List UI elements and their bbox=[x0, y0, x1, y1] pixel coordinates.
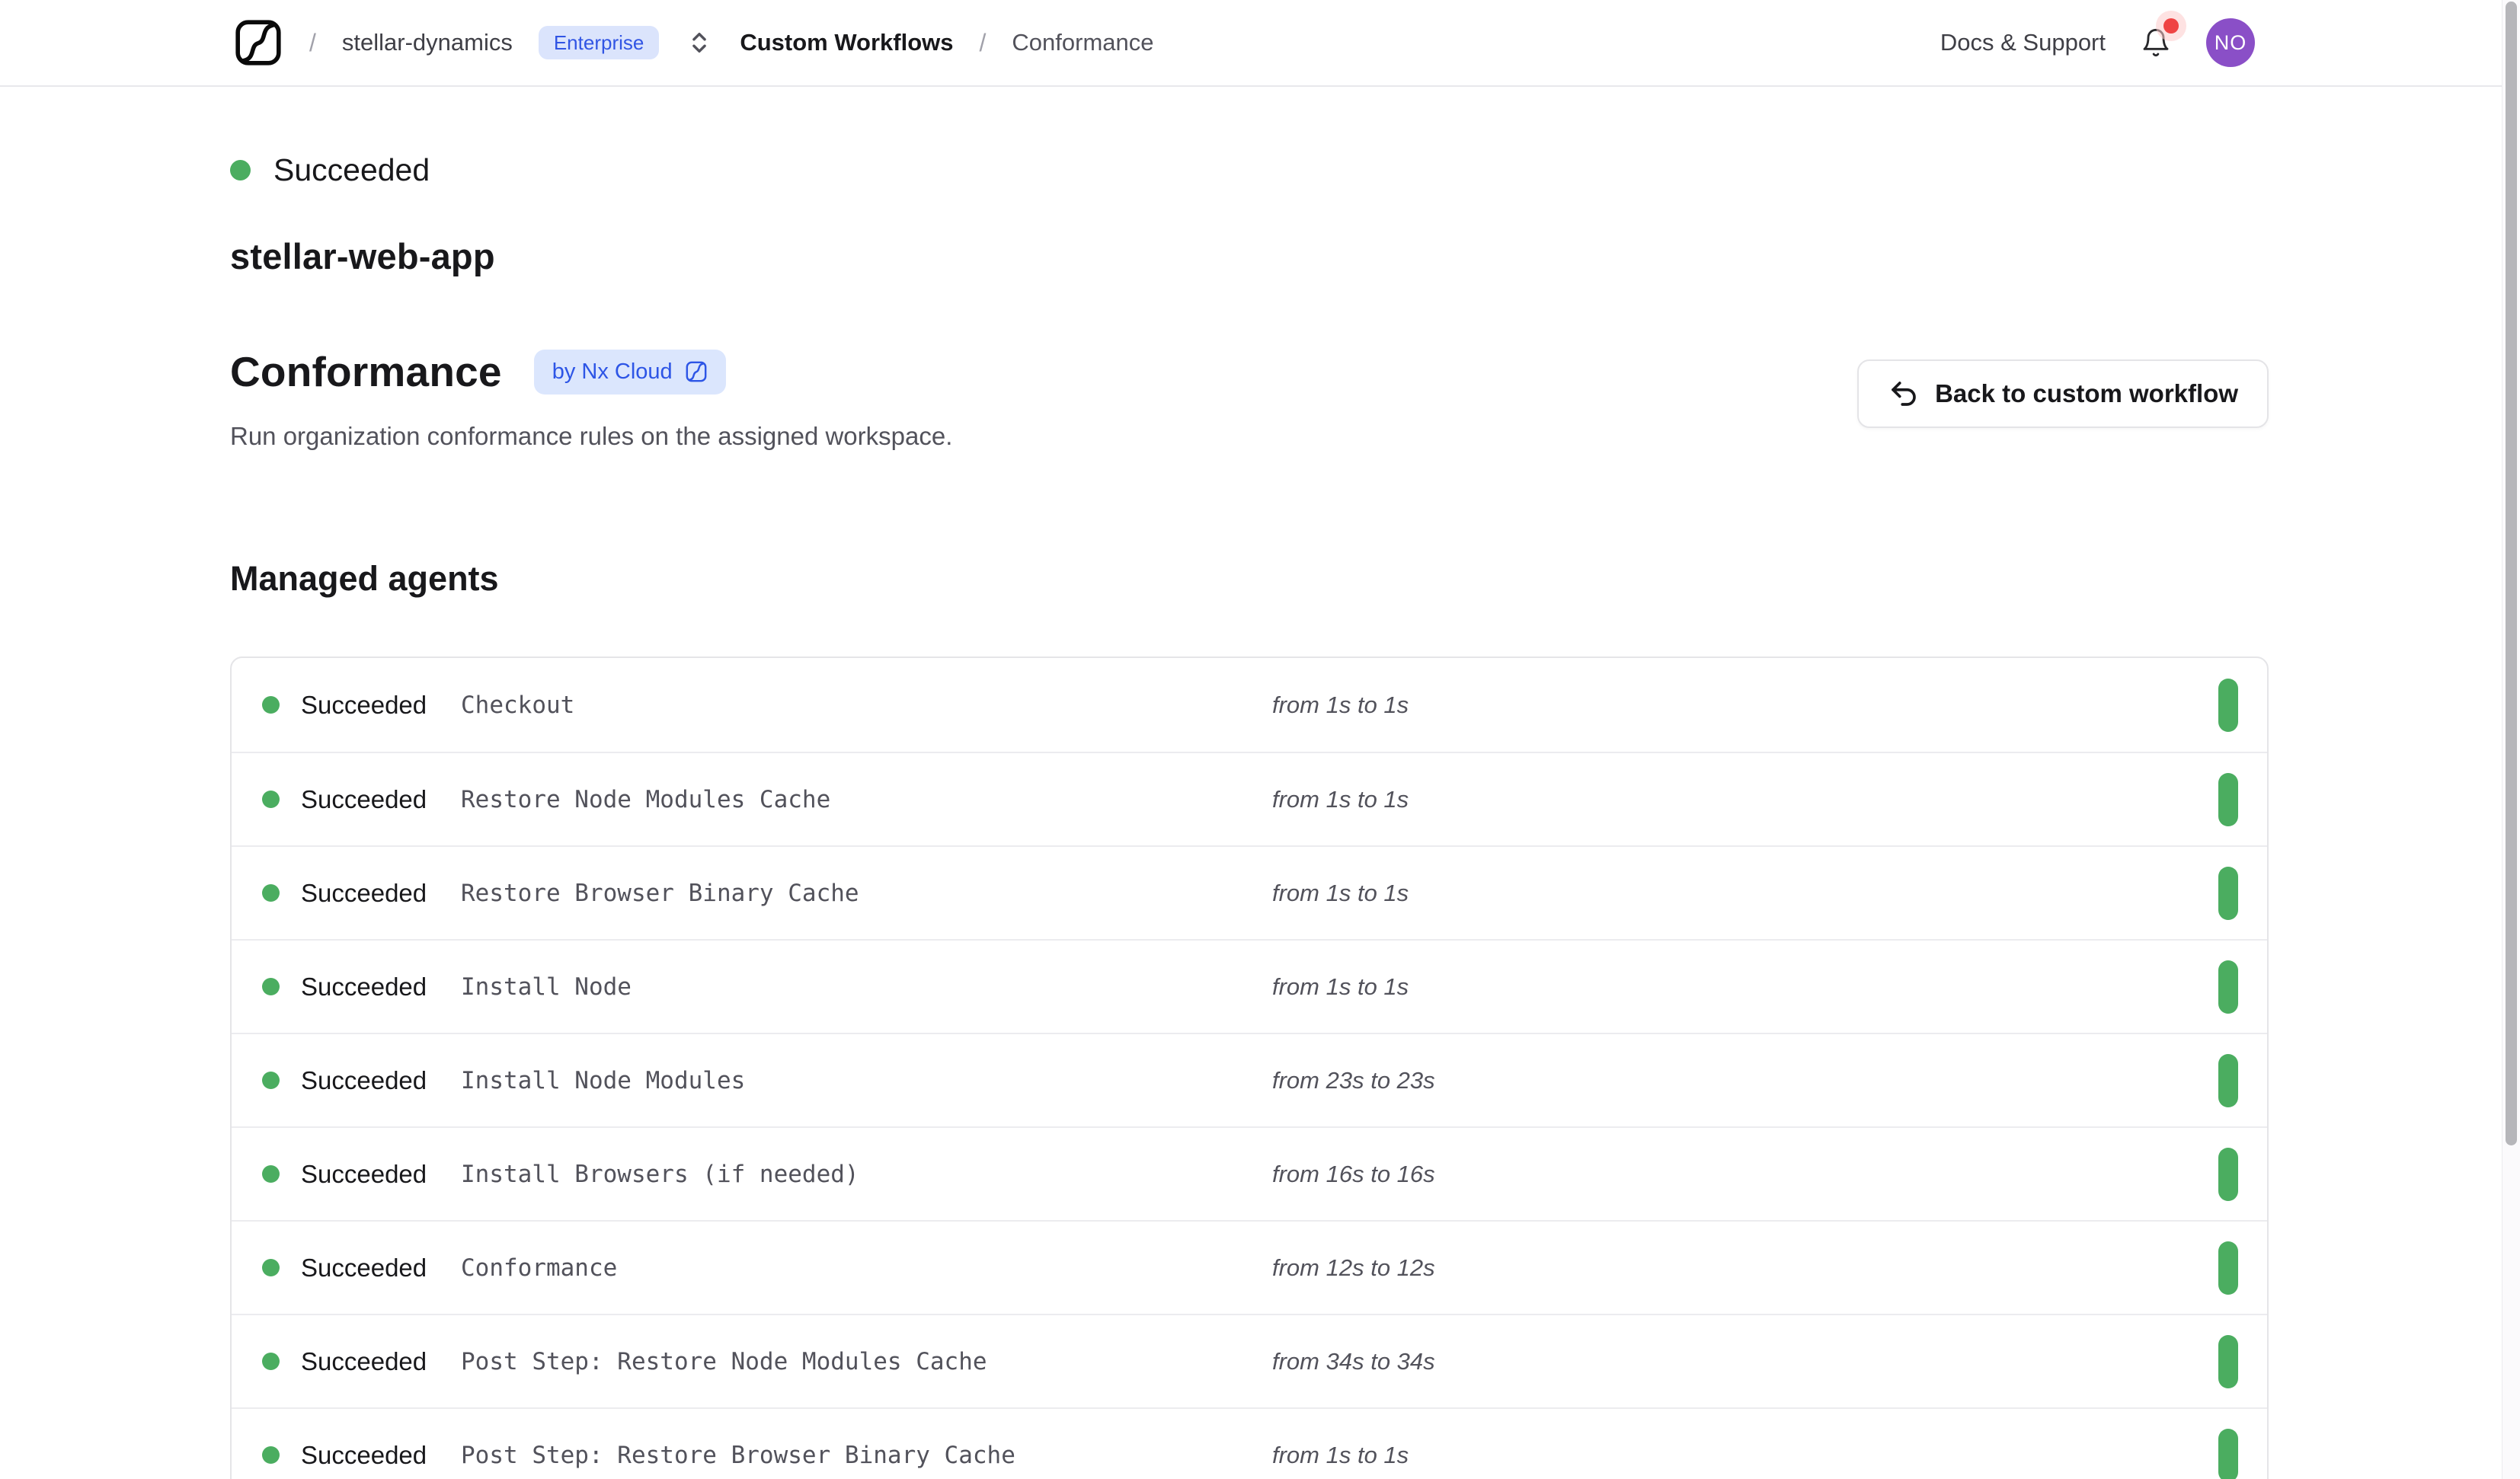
step-name: Install Node bbox=[461, 973, 632, 1001]
provider-badge-label: by Nx Cloud bbox=[552, 359, 673, 385]
managed-agent-step-row[interactable]: Succeeded Restore Node Modules Cache fro… bbox=[232, 752, 2267, 845]
avatar[interactable]: NO bbox=[2206, 18, 2255, 67]
workflow-description: Run organization conformance rules on th… bbox=[230, 422, 952, 451]
step-status-label: Succeeded bbox=[301, 691, 461, 720]
nx-cloud-logo-icon[interactable] bbox=[233, 18, 283, 68]
status-dot bbox=[262, 1259, 280, 1276]
page-scrollbar[interactable] bbox=[2502, 0, 2520, 1479]
step-name: Restore Node Modules Cache bbox=[461, 786, 830, 813]
step-duration: from 23s to 23s bbox=[1272, 1067, 1435, 1094]
duration-bar bbox=[2218, 1054, 2238, 1107]
managed-agents-title: Managed agents bbox=[230, 559, 2269, 599]
breadcrumb-section[interactable]: Custom Workflows bbox=[740, 29, 953, 56]
duration-bar bbox=[2218, 1148, 2238, 1201]
undo-icon bbox=[1888, 378, 1920, 410]
step-status-label: Succeeded bbox=[301, 1441, 461, 1470]
status-dot bbox=[262, 978, 280, 995]
step-status-label: Succeeded bbox=[301, 1347, 461, 1376]
step-status-label: Succeeded bbox=[301, 973, 461, 1001]
managed-agent-step-row[interactable]: Succeeded Install Node from 1s to 1s bbox=[232, 939, 2267, 1033]
step-name: Checkout bbox=[461, 692, 574, 719]
managed-agents-list: Succeeded Checkout from 1s to 1s Succeed… bbox=[230, 656, 2269, 1479]
status-dot bbox=[262, 1165, 280, 1183]
step-duration: from 1s to 1s bbox=[1272, 973, 1409, 1001]
step-status-label: Succeeded bbox=[301, 785, 461, 814]
nx-cloud-badge-icon bbox=[685, 360, 708, 383]
managed-agent-step-row[interactable]: Succeeded Restore Browser Binary Cache f… bbox=[232, 845, 2267, 939]
step-name: Conformance bbox=[461, 1254, 617, 1282]
step-name: Install Node Modules bbox=[461, 1067, 745, 1094]
breadcrumb-page: Conformance bbox=[1012, 29, 1153, 56]
step-duration: from 12s to 12s bbox=[1272, 1254, 1435, 1282]
workflow-title: Conformance bbox=[230, 347, 502, 396]
nx-cloud-provider-badge[interactable]: by Nx Cloud bbox=[534, 350, 726, 395]
chevrons-up-down-icon[interactable] bbox=[686, 30, 712, 56]
step-duration: from 1s to 1s bbox=[1272, 1442, 1409, 1469]
step-status-label: Succeeded bbox=[301, 879, 461, 908]
status-dot bbox=[262, 1072, 280, 1089]
docs-support-link[interactable]: Docs & Support bbox=[1940, 29, 2106, 56]
step-duration: from 1s to 1s bbox=[1272, 786, 1409, 813]
breadcrumb: / stellar-dynamics Enterprise Custom Wor… bbox=[233, 18, 1154, 68]
step-name: Post Step: Restore Browser Binary Cache bbox=[461, 1442, 1015, 1469]
notifications-button[interactable] bbox=[2141, 27, 2171, 58]
status-dot bbox=[262, 1446, 280, 1464]
status-dot bbox=[230, 160, 251, 180]
top-nav: / stellar-dynamics Enterprise Custom Wor… bbox=[0, 0, 2520, 87]
step-status-label: Succeeded bbox=[301, 1254, 461, 1283]
status-dot bbox=[262, 1353, 280, 1370]
breadcrumb-separator: / bbox=[309, 29, 316, 57]
workspace-title: stellar-web-app bbox=[230, 235, 2269, 277]
status-label: Succeeded bbox=[273, 152, 430, 188]
managed-agent-step-row[interactable]: Succeeded Conformance from 12s to 12s bbox=[232, 1220, 2267, 1314]
breadcrumb-org[interactable]: stellar-dynamics bbox=[342, 29, 513, 56]
breadcrumb-separator: / bbox=[980, 29, 987, 57]
notification-dot bbox=[2163, 18, 2179, 34]
managed-agent-step-row[interactable]: Succeeded Post Step: Restore Node Module… bbox=[232, 1314, 2267, 1407]
enterprise-badge: Enterprise bbox=[539, 26, 660, 59]
step-name: Post Step: Restore Node Modules Cache bbox=[461, 1348, 987, 1375]
step-duration: from 1s to 1s bbox=[1272, 880, 1409, 907]
status-dot bbox=[262, 696, 280, 714]
step-name: Restore Browser Binary Cache bbox=[461, 880, 859, 907]
status-dot bbox=[262, 884, 280, 902]
step-name: Install Browsers (if needed) bbox=[461, 1161, 859, 1188]
step-status-label: Succeeded bbox=[301, 1160, 461, 1189]
duration-bar bbox=[2218, 773, 2238, 826]
duration-bar bbox=[2218, 1241, 2238, 1295]
duration-bar bbox=[2218, 960, 2238, 1014]
step-status-label: Succeeded bbox=[301, 1066, 461, 1095]
duration-bar bbox=[2218, 1335, 2238, 1388]
run-status: Succeeded bbox=[230, 152, 2269, 188]
step-duration: from 16s to 16s bbox=[1272, 1161, 1435, 1188]
back-button-label: Back to custom workflow bbox=[1935, 379, 2238, 408]
step-duration: from 34s to 34s bbox=[1272, 1348, 1435, 1375]
back-to-custom-workflow-button[interactable]: Back to custom workflow bbox=[1857, 359, 2269, 428]
step-duration: from 1s to 1s bbox=[1272, 692, 1409, 719]
managed-agent-step-row[interactable]: Succeeded Post Step: Restore Browser Bin… bbox=[232, 1407, 2267, 1479]
duration-bar bbox=[2218, 679, 2238, 732]
managed-agent-step-row[interactable]: Succeeded Install Browsers (if needed) f… bbox=[232, 1126, 2267, 1220]
duration-bar bbox=[2218, 1429, 2238, 1479]
main-content: Succeeded stellar-web-app Conformance by… bbox=[0, 152, 2520, 1479]
workflow-info: Conformance by Nx Cloud Run organization… bbox=[230, 347, 952, 451]
status-dot bbox=[262, 791, 280, 808]
workflow-header: Conformance by Nx Cloud Run organization… bbox=[230, 347, 2269, 451]
managed-agent-step-row[interactable]: Succeeded Install Node Modules from 23s … bbox=[232, 1033, 2267, 1126]
duration-bar bbox=[2218, 867, 2238, 920]
managed-agent-step-row[interactable]: Succeeded Checkout from 1s to 1s bbox=[232, 658, 2267, 752]
header-actions: Docs & Support NO bbox=[1940, 18, 2255, 67]
scrollbar-thumb[interactable] bbox=[2506, 2, 2517, 1145]
